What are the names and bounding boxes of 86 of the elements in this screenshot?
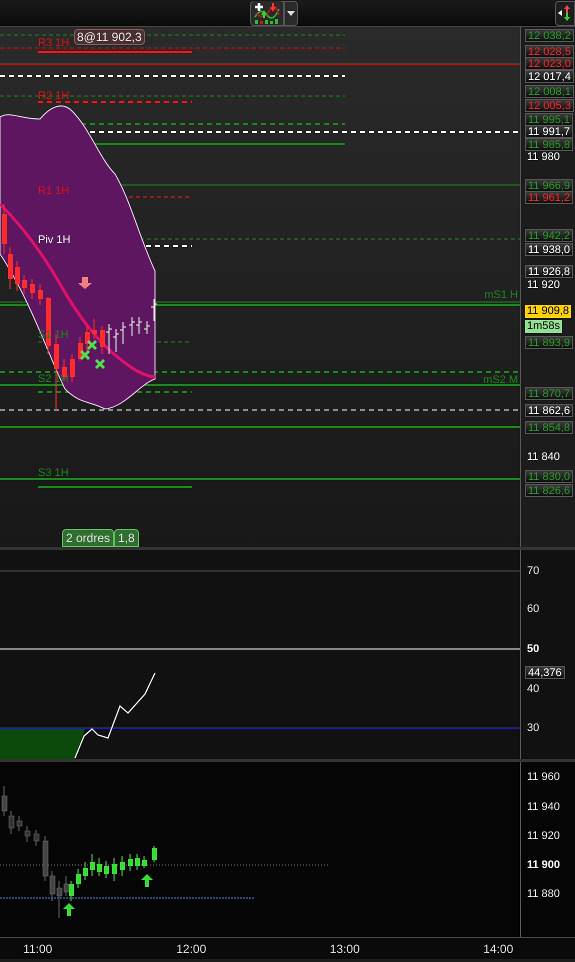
buy-arrow-icon bbox=[63, 903, 75, 916]
time-label: 14:00 bbox=[483, 940, 514, 958]
candlestick bbox=[135, 854, 140, 870]
indicators-button[interactable] bbox=[250, 0, 284, 26]
price-label: 11 909,8 bbox=[525, 305, 572, 318]
pivot-label: mS2 M bbox=[483, 374, 518, 386]
pivot-label: R2 1H bbox=[38, 90, 70, 102]
candlestick bbox=[92, 318, 97, 340]
price-label: 30 bbox=[526, 722, 540, 735]
price-label: 11 995,1 bbox=[525, 113, 574, 126]
price-label: 60 bbox=[526, 603, 540, 616]
time-label: 11:00 bbox=[23, 940, 52, 958]
price-label: 11 926,8 bbox=[525, 265, 574, 278]
candlestick bbox=[15, 260, 20, 292]
candlestick bbox=[24, 826, 30, 842]
candlestick bbox=[112, 858, 117, 882]
price-label: 11 830,0 bbox=[525, 470, 574, 483]
candlestick bbox=[152, 846, 157, 862]
candlestick bbox=[16, 816, 22, 832]
pivot-label: R1 1H bbox=[38, 185, 70, 197]
price-label: 11 980 bbox=[526, 151, 561, 164]
price-label: 50 bbox=[526, 643, 540, 656]
panel-toggle-button[interactable] bbox=[555, 0, 575, 26]
candlestick bbox=[70, 354, 75, 382]
price-label: 11 960 bbox=[526, 771, 561, 784]
price-label: 11 940 bbox=[526, 801, 561, 814]
candlestick bbox=[38, 284, 43, 306]
candlestick bbox=[120, 856, 125, 876]
price-label: 12 023,0 bbox=[525, 57, 574, 70]
order-value-tab[interactable]: 1,8 bbox=[114, 529, 139, 547]
price-label: 12 028,5 bbox=[525, 45, 574, 58]
candlestick bbox=[83, 862, 88, 880]
price-label: 11 870,7 bbox=[525, 387, 574, 400]
candlestick bbox=[34, 830, 40, 846]
pivot-label: Piv 1H bbox=[38, 234, 70, 246]
price-label: 11 826,6 bbox=[525, 484, 574, 497]
price-label: 40 bbox=[526, 683, 540, 696]
price-label: 11 900 bbox=[526, 859, 562, 872]
price-label: 11 880 bbox=[526, 888, 561, 901]
candlestick bbox=[22, 274, 27, 294]
candlestick bbox=[90, 854, 95, 876]
pivot-label: S3 1H bbox=[38, 467, 69, 479]
order-tag[interactable]: 8@11 902,3 bbox=[74, 29, 145, 45]
price-label: 11 920 bbox=[526, 830, 561, 843]
pivot-label: mS1 H bbox=[484, 289, 518, 301]
price-label: 44,376 bbox=[525, 666, 565, 679]
pivot-label: S1 1H bbox=[38, 329, 69, 341]
price-label: 12 008,1 bbox=[525, 85, 574, 98]
dropdown-button[interactable] bbox=[284, 0, 298, 26]
cross-marker-icon bbox=[95, 359, 105, 369]
price-label: 11 961,2 bbox=[525, 191, 574, 204]
candlestick bbox=[142, 856, 147, 868]
pivot-label: S2 1H bbox=[38, 373, 69, 385]
price-label: 11 920 bbox=[526, 279, 561, 292]
time-label: 12:00 bbox=[176, 940, 206, 958]
price-label: 11 862,6 bbox=[525, 404, 574, 417]
price-label: 11 991,7 bbox=[525, 125, 574, 138]
candlestick bbox=[97, 858, 102, 876]
price-label: 12 017,4 bbox=[525, 70, 574, 83]
time-label: 13:00 bbox=[330, 940, 360, 958]
candlestick bbox=[104, 860, 109, 878]
price-label: 12 005,3 bbox=[525, 99, 574, 112]
buy-arrow-icon bbox=[141, 874, 153, 887]
cross-marker-icon bbox=[80, 350, 90, 360]
price-label: 11 840 bbox=[526, 451, 561, 464]
up-down-arrows-icon bbox=[558, 4, 572, 22]
price-label: 11 966,9 bbox=[525, 179, 574, 192]
price-label: 11 985,8 bbox=[525, 138, 574, 151]
price-label: 1m58s bbox=[525, 320, 562, 333]
caret-icon bbox=[287, 10, 295, 16]
cross-marker-icon bbox=[87, 340, 97, 350]
candlestick bbox=[85, 326, 90, 352]
price-label: 12 038,2 bbox=[525, 29, 574, 42]
orders-tab[interactable]: 2 ordres bbox=[62, 529, 114, 547]
price-label: 11 938,0 bbox=[525, 243, 574, 256]
price-label: 70 bbox=[526, 565, 540, 578]
price-label: 11 942,2 bbox=[525, 229, 574, 242]
candlestick bbox=[30, 278, 35, 300]
price-label: 11 893,9 bbox=[525, 336, 574, 349]
sell-arrow-icon bbox=[78, 277, 92, 289]
candlestick bbox=[128, 854, 133, 872]
candlestick bbox=[100, 326, 105, 354]
candlestick bbox=[76, 868, 81, 888]
price-label: 11 854,8 bbox=[525, 421, 574, 434]
pivot-label: R3 1H bbox=[38, 37, 70, 49]
indicator-chart-icon bbox=[253, 1, 281, 25]
